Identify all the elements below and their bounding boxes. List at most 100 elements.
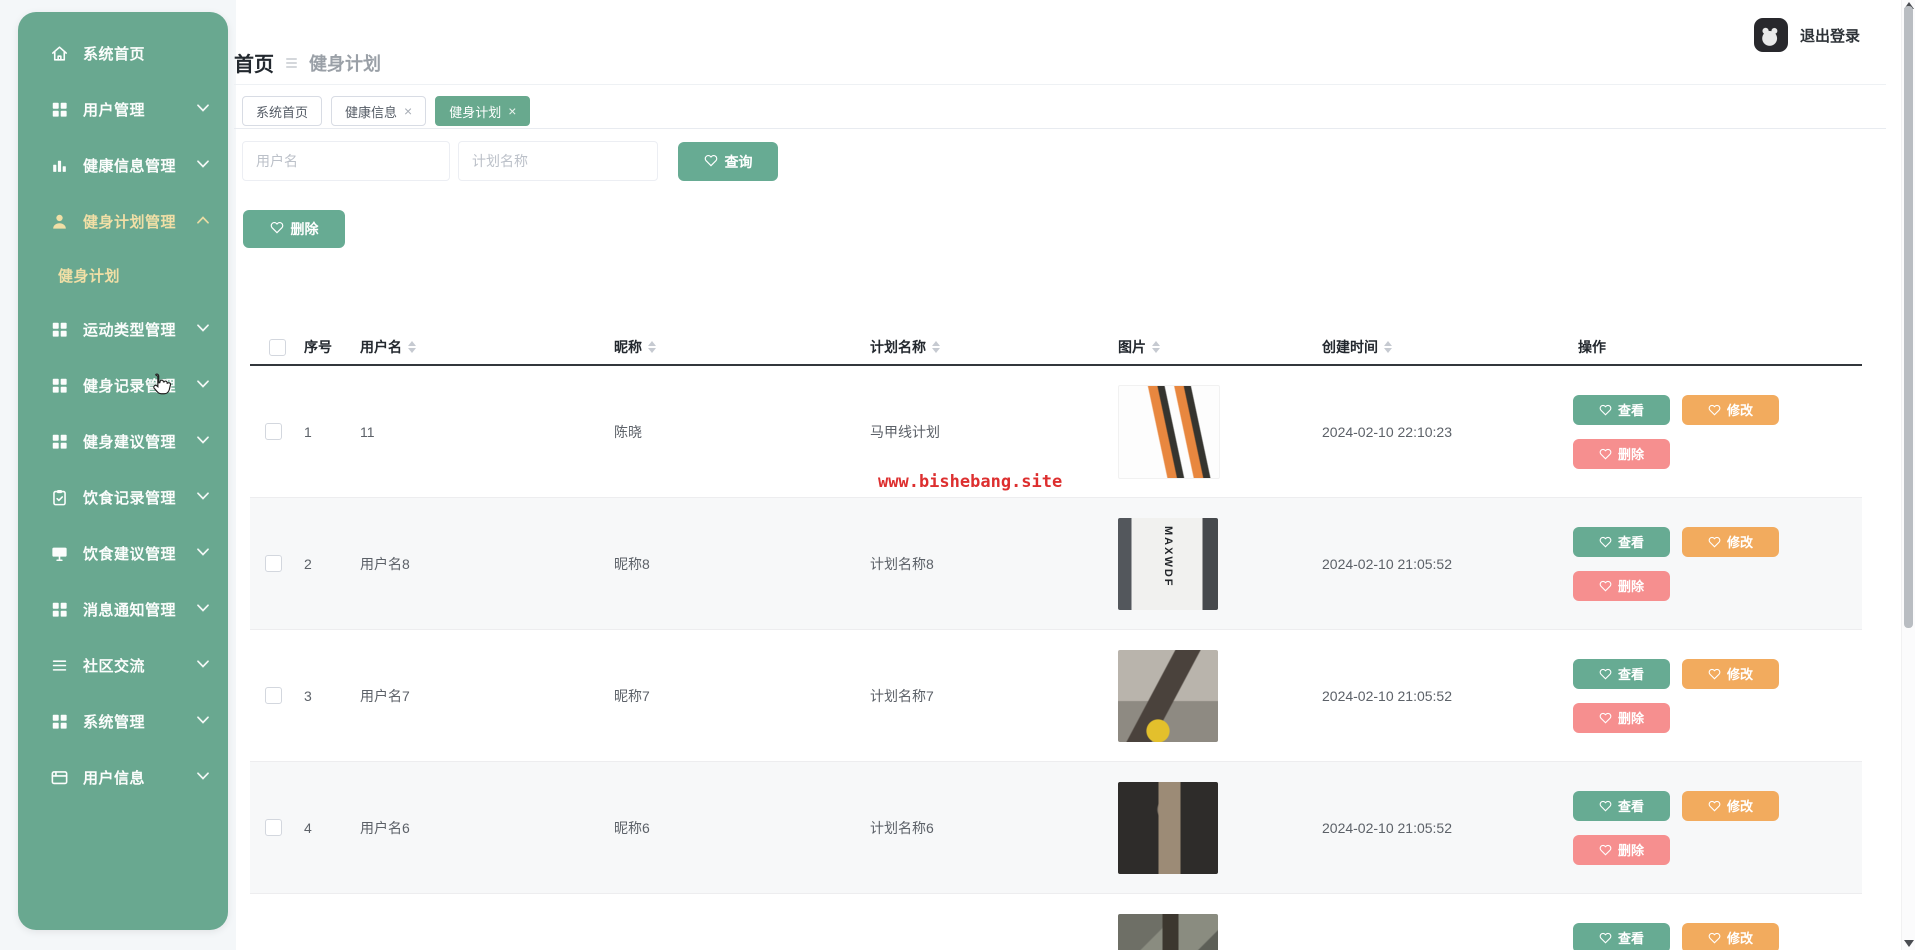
row-checkbox[interactable] (264, 555, 282, 572)
view-button[interactable]: 查看 (1573, 658, 1670, 689)
column-header-label: 序号 (304, 339, 332, 355)
column-header-用户名[interactable]: 用户名 (352, 337, 606, 357)
row-username: 11 (360, 423, 375, 440)
home-icon (50, 44, 69, 63)
action-button-label: 删除 (1617, 447, 1644, 462)
column-header-创建时间[interactable]: 创建时间 (1314, 337, 1570, 357)
sidebar-item-健身计划[interactable]: 健身计划 (18, 254, 228, 296)
heart-icon (1599, 448, 1612, 460)
plan-name-search-input[interactable] (458, 141, 658, 181)
heart-icon (1599, 580, 1612, 592)
row-index: 1 (304, 423, 312, 440)
sidebar-item-label: 健身建议管理 (83, 433, 177, 451)
sidebar-item-系统首页[interactable]: 系统首页 (18, 30, 228, 76)
view-button[interactable]: 查看 (1573, 394, 1670, 425)
sidebar-item-label: 健身记录管理 (83, 377, 177, 395)
bulk-delete-button[interactable]: 删除 (243, 210, 345, 248)
sidebar-item-用户管理[interactable]: 用户管理 (18, 86, 228, 132)
tab-健身计划[interactable]: 健身计划 × (435, 96, 531, 126)
heart-icon (1599, 536, 1612, 548)
sidebar-item-饮食建议管理[interactable]: 饮食建议管理 (18, 530, 228, 576)
delete-button[interactable]: 删除 (1573, 438, 1670, 469)
sidebar-item-系统管理[interactable]: 系统管理 (18, 698, 228, 744)
sidebar-item-label: 健身计划管理 (83, 213, 177, 231)
clipboard-icon (50, 488, 69, 507)
breadcrumb-home[interactable]: 首页 (234, 48, 274, 77)
view-button[interactable]: 查看 (1573, 922, 1670, 950)
row-plan-name: 计划名称6 (870, 819, 934, 836)
row-create-time: 2024-02-10 21:05:52 (1322, 555, 1452, 572)
sidebar-item-健康信息管理[interactable]: 健康信息管理 (18, 142, 228, 188)
heart-icon (1708, 668, 1721, 680)
plan-image[interactable] (1118, 913, 1218, 950)
tab-系统首页[interactable]: 系统首页 (242, 96, 323, 126)
edit-button[interactable]: 修改 (1682, 922, 1779, 950)
query-button[interactable]: 查询 (678, 142, 778, 181)
tab-label: 健身计划 (449, 104, 502, 120)
monitor-icon (50, 544, 69, 563)
sidebar-item-健身记录管理[interactable]: 健身记录管理 (18, 362, 228, 408)
action-button-label: 删除 (1617, 711, 1644, 726)
sidebar-item-饮食记录管理[interactable]: 饮食记录管理 (18, 474, 228, 520)
scrollbar-down-arrow-icon[interactable] (1904, 940, 1914, 947)
edit-button[interactable]: 修改 (1682, 790, 1779, 821)
heart-icon (1708, 800, 1721, 812)
sort-caret-icon[interactable] (408, 341, 416, 353)
plan-image[interactable]: MAXWDF (1118, 517, 1218, 610)
avatar[interactable] (1754, 18, 1788, 52)
row-plan-name: 计划名称7 (870, 687, 934, 704)
row-checkbox[interactable] (264, 819, 282, 836)
breadcrumb-current: 健身计划 (309, 53, 381, 74)
tab-close-icon[interactable]: × (508, 104, 516, 118)
row-nickname: 昵称8 (614, 555, 650, 572)
column-header-图片[interactable]: 图片 (1110, 337, 1314, 357)
sort-caret-icon[interactable] (932, 341, 940, 353)
column-header-昵称[interactable]: 昵称 (606, 337, 862, 357)
row-index: 2 (304, 555, 312, 572)
action-button-label: 查看 (1617, 799, 1644, 814)
edit-button[interactable]: 修改 (1682, 394, 1779, 425)
sidebar-item-消息通知管理[interactable]: 消息通知管理 (18, 586, 228, 632)
action-button-label: 查看 (1617, 667, 1644, 682)
sidebar-item-健身计划管理[interactable]: 健身计划管理 (18, 198, 228, 244)
column-header-计划名称[interactable]: 计划名称 (862, 337, 1110, 357)
view-button[interactable]: 查看 (1573, 526, 1670, 557)
breadcrumb-divider (234, 84, 1886, 85)
tab-close-icon[interactable]: × (404, 104, 412, 118)
sidebar-item-label: 运动类型管理 (83, 321, 177, 339)
sort-caret-icon[interactable] (648, 341, 656, 353)
sidebar-item-用户信息[interactable]: 用户信息 (18, 754, 228, 800)
username-search-input[interactable] (242, 141, 450, 181)
sort-caret-icon[interactable] (1384, 341, 1392, 353)
plan-image[interactable] (1118, 649, 1218, 742)
heart-icon (1708, 404, 1721, 416)
row-checkbox[interactable] (264, 423, 282, 440)
chevron-down-icon (197, 660, 210, 670)
sidebar-item-运动类型管理[interactable]: 运动类型管理 (18, 306, 228, 352)
plan-image[interactable] (1118, 781, 1218, 874)
logout-label[interactable]: 退出登录 (1800, 25, 1860, 46)
chevron-down-icon (197, 772, 210, 782)
logout-button[interactable]: 退出登录 (1754, 18, 1860, 52)
scrollbar-thumb[interactable] (1904, 6, 1913, 628)
chevron-down-icon (197, 380, 210, 390)
edit-button[interactable]: 修改 (1682, 658, 1779, 689)
tab-健康信息[interactable]: 健康信息 × (331, 96, 427, 126)
select-all-checkbox[interactable] (268, 338, 286, 356)
sidebar-item-label: 系统首页 (83, 45, 146, 63)
sort-caret-icon[interactable] (1152, 341, 1160, 353)
sidebar-item-社区交流[interactable]: 社区交流 (18, 642, 228, 688)
grid-icon (50, 432, 69, 451)
heart-icon (1599, 844, 1612, 856)
delete-button[interactable]: 删除 (1573, 834, 1670, 865)
row-checkbox[interactable] (264, 687, 282, 704)
chevron-down-icon (197, 604, 210, 614)
delete-button[interactable]: 删除 (1573, 570, 1670, 601)
view-button[interactable]: 查看 (1573, 790, 1670, 821)
sidebar-item-健身建议管理[interactable]: 健身建议管理 (18, 418, 228, 464)
scrollbar-track[interactable] (1901, 0, 1915, 950)
column-header-操作: 操作 (1570, 337, 1862, 357)
edit-button[interactable]: 修改 (1682, 526, 1779, 557)
delete-button[interactable]: 删除 (1573, 702, 1670, 733)
plan-image[interactable] (1118, 384, 1220, 479)
